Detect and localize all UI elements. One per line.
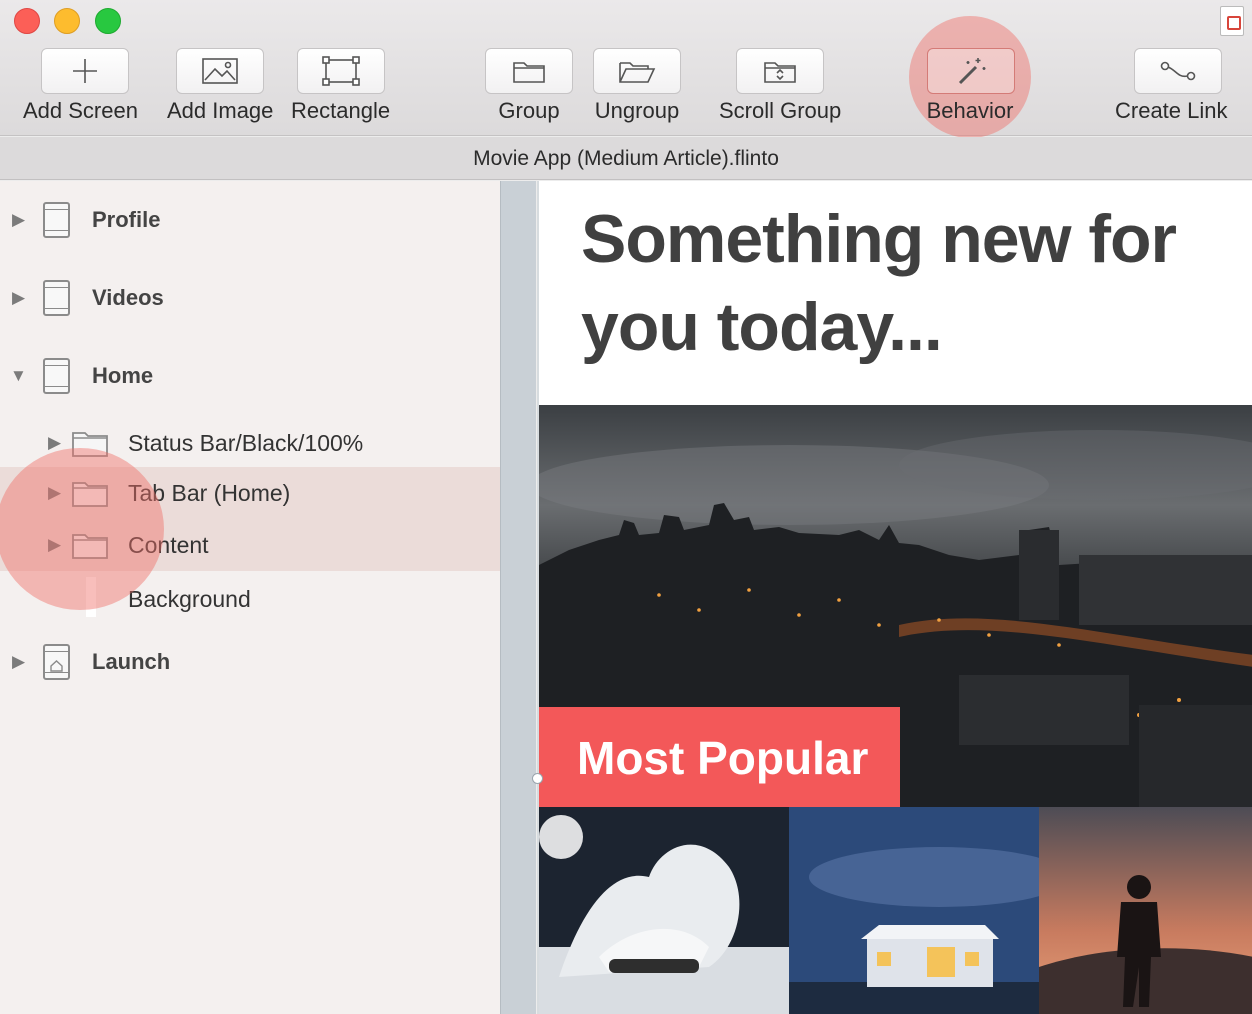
- house-photo: [789, 807, 1039, 1014]
- add-screen-button[interactable]: [41, 48, 130, 94]
- create-link-label: Create Link: [1115, 98, 1228, 123]
- layer-row-launch[interactable]: ▶ Launch: [0, 636, 500, 688]
- design-canvas[interactable]: Something new for you today... Most Popu…: [537, 181, 1252, 1014]
- group-tool[interactable]: Group: [485, 48, 573, 124]
- disclosure-right-icon[interactable]: ▶: [12, 210, 25, 230]
- behavior-label: Behavior: [926, 98, 1014, 123]
- add-screen-tool[interactable]: Add Screen: [23, 48, 138, 124]
- add-image-tool[interactable]: Add Image: [167, 48, 273, 124]
- selection-handle[interactable]: [532, 773, 543, 784]
- zoom-window-button[interactable]: [95, 8, 121, 34]
- add-image-label: Add Image: [167, 98, 274, 123]
- image-icon: [202, 58, 239, 84]
- disclosure-right-icon[interactable]: ▶: [12, 652, 25, 672]
- plus-icon: [73, 59, 98, 83]
- layer-label: Videos: [92, 285, 164, 310]
- layer-row-videos[interactable]: ▶ Videos: [0, 272, 500, 324]
- close-window-button[interactable]: [14, 8, 40, 34]
- layer-row-home[interactable]: ▼ Home: [0, 350, 500, 402]
- layer-row-profile[interactable]: ▶ Profile: [0, 194, 500, 246]
- thumbnail-hiker[interactable]: [1039, 807, 1252, 1014]
- screen-icon: [43, 280, 70, 316]
- document-title-bar: Movie App (Medium Article).flinto: [0, 137, 1252, 180]
- sidebar-highlight-circle: [0, 448, 164, 610]
- hiker-photo: [1039, 807, 1252, 1014]
- scroll-group-label: Scroll Group: [719, 98, 842, 123]
- add-image-button[interactable]: [176, 48, 265, 94]
- rectangle-icon: [321, 56, 360, 86]
- document-title: Movie App (Medium Article).flinto: [473, 147, 779, 170]
- home-icon: [50, 660, 63, 672]
- canvas-headline: Something new for you today...: [581, 201, 1177, 365]
- thumbnail-snowboard[interactable]: [539, 807, 789, 1014]
- create-link-tool[interactable]: Create Link: [1115, 48, 1228, 124]
- screen-icon: [43, 202, 70, 238]
- behavior-tool[interactable]: Behavior: [927, 48, 1015, 124]
- sidebar-splitter[interactable]: [500, 181, 536, 1014]
- document-icon: [1220, 6, 1244, 36]
- rectangle-label: Rectangle: [291, 98, 391, 123]
- home-screen-icon: [43, 644, 70, 680]
- minimize-window-button[interactable]: [54, 8, 80, 34]
- disclosure-down-icon[interactable]: ▼: [10, 366, 27, 386]
- folder-icon: [513, 62, 545, 83]
- layer-label: Launch: [92, 649, 171, 674]
- link-curve-icon: [1160, 61, 1196, 81]
- disclosure-right-icon[interactable]: ▶: [12, 288, 25, 308]
- ungroup-label: Ungroup: [594, 98, 680, 123]
- magic-wand-icon: [958, 58, 986, 85]
- scroll-group-tool[interactable]: Scroll Group: [719, 48, 841, 124]
- rectangle-tool[interactable]: Rectangle: [291, 48, 390, 124]
- add-screen-label: Add Screen: [23, 98, 138, 123]
- thumbnail-house-night[interactable]: [789, 807, 1039, 1014]
- most-popular-badge[interactable]: Most Popular: [539, 707, 900, 807]
- window-toolbar: Add Screen Add Image Rectangle Group Ung…: [0, 0, 1252, 138]
- screen-icon: [43, 358, 70, 394]
- rectangle-button[interactable]: [296, 48, 385, 94]
- group-button[interactable]: [485, 48, 573, 94]
- badge-label: Most Popular: [577, 732, 869, 784]
- snowboard-photo: [539, 807, 789, 1014]
- layer-label: Status Bar/Black/100%: [128, 429, 364, 456]
- layer-label: Home: [92, 363, 154, 388]
- scroll-group-button[interactable]: [736, 48, 825, 94]
- group-label: Group: [498, 98, 560, 123]
- layer-label: Background: [128, 585, 251, 612]
- behavior-button[interactable]: [927, 48, 1015, 94]
- ungroup-button[interactable]: [593, 48, 681, 94]
- scroll-folder-icon: [764, 62, 796, 83]
- layer-label: Profile: [92, 207, 161, 232]
- open-folder-icon: [619, 62, 656, 83]
- create-link-button[interactable]: [1134, 48, 1223, 94]
- ungroup-tool[interactable]: Ungroup: [593, 48, 681, 124]
